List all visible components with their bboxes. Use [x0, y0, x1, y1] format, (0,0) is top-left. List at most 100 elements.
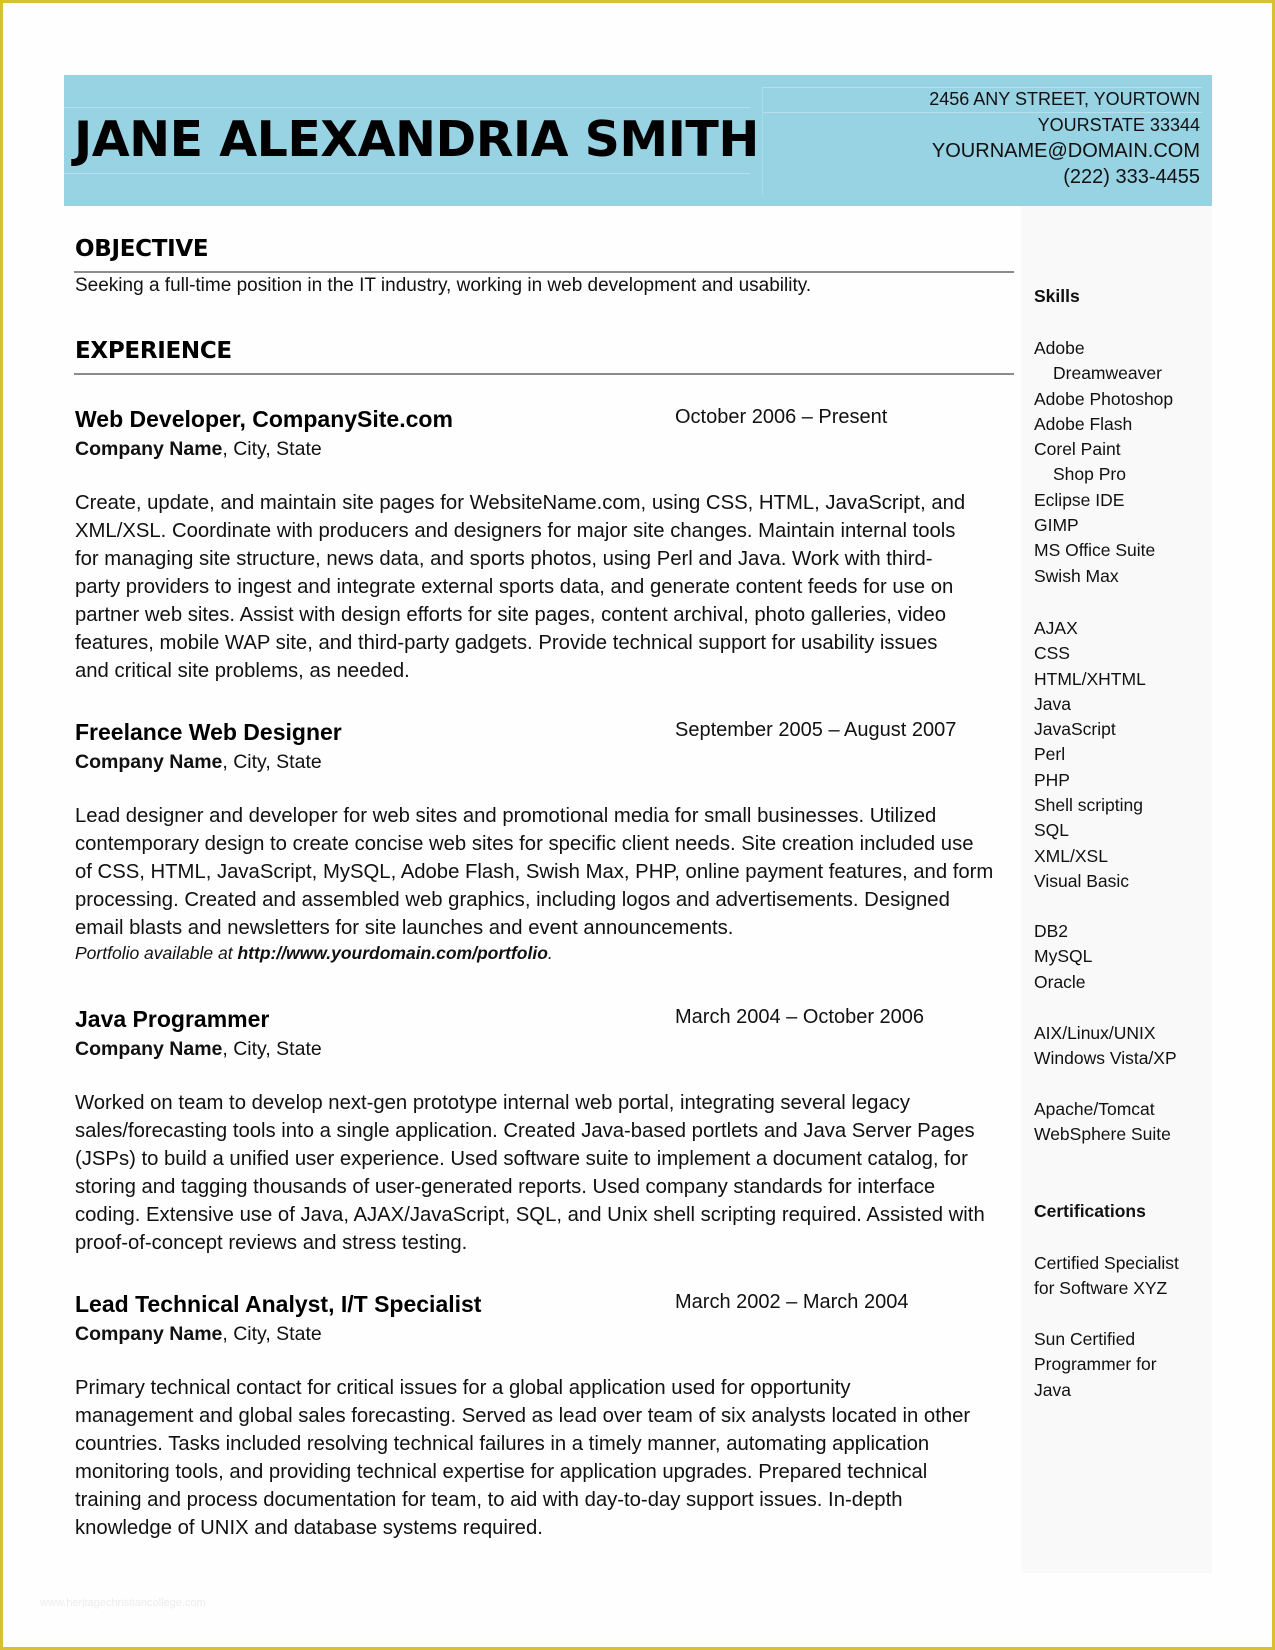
job-description: Worked on team to develop next-gen proto…	[75, 1089, 1010, 1257]
skill-item: Shop Pro	[1053, 464, 1126, 485]
description-line: proof-of-concept reviews and stress test…	[75, 1232, 468, 1254]
skill-group: AJAX CSS HTML/XHTML Java JavaScript Perl PHP Sh…	[1034, 616, 1146, 894]
job-entry: Freelance Web Designer September 2005 – A…	[75, 717, 1010, 964]
company-location: , City, State	[222, 751, 322, 773]
description-line: storing and tagging thousands of user-ge…	[75, 1176, 936, 1198]
company-name: Company Name	[75, 1038, 223, 1060]
company-name: Company Name	[75, 1323, 223, 1345]
job-entry: Web Developer, CompanySite.com October 20…	[75, 404, 1010, 685]
email[interactable]: YOURNAME@DOMAIN.COM	[929, 138, 1200, 164]
description-line: features, mobile WAP site, and third-par…	[75, 632, 938, 654]
portfolio-prefix: Portfolio available at	[75, 943, 238, 963]
skill-item: MS Office Suite	[1034, 540, 1156, 561]
skills-heading: Skills	[1034, 286, 1080, 306]
skill-item: WebSphere Suite	[1034, 1124, 1171, 1145]
job-entry: Lead Technical Analyst, I/T Specialist Ma…	[75, 1289, 1010, 1542]
description-line: party providers to ingest and integrate …	[75, 576, 954, 598]
description-line: of CSS, HTML, JavaScript, MySQL, Adobe F…	[75, 861, 994, 883]
skill-item: Apache/Tomcat	[1034, 1099, 1155, 1119]
certification-line: for Software XYZ	[1034, 1278, 1168, 1299]
skill-item: Shell scripting	[1034, 795, 1143, 816]
company-location: , City, State	[222, 1323, 322, 1345]
description-line: and critical site problems, as needed.	[75, 660, 410, 682]
portfolio-note: Portfolio available at http://www.yourdo…	[75, 942, 1010, 964]
certification-item: Sun Certified Programmer for Java	[1034, 1327, 1157, 1403]
skill-item: Oracle	[1034, 971, 1086, 992]
skill-item: GIMP	[1034, 515, 1079, 536]
skill-item: XML/XSL	[1034, 845, 1108, 866]
portfolio-suffix: .	[547, 943, 553, 963]
skill-item: DB2	[1034, 921, 1069, 941]
skill-group: DB2 MySQL Oracle	[1034, 919, 1092, 995]
skill-item: AJAX	[1034, 618, 1078, 638]
description-line: Lead designer and developer for web site…	[75, 805, 937, 827]
certification-item: Certified Specialist for Software XYZ	[1034, 1251, 1179, 1302]
address-line-1: 2456 ANY STREET, YOURTOWN	[929, 89, 1200, 109]
skill-group: Apache/Tomcat WebSphere Suite	[1034, 1097, 1171, 1148]
job-company-line: Company Name, City, State	[75, 434, 1010, 464]
job-description: Create, update, and maintain site pages …	[75, 489, 1010, 685]
skill-item: JavaScript	[1034, 719, 1116, 740]
company-location: , City, State	[222, 1038, 322, 1060]
certifications-heading: Certifications	[1034, 1201, 1146, 1221]
job-company-line: Company Name, City, State	[75, 1034, 1010, 1064]
skill-item: Swish Max	[1034, 565, 1119, 586]
candidate-name: JANE ALEXANDRIA SMITH	[74, 111, 759, 168]
skill-item: Visual Basic	[1034, 870, 1130, 891]
skill-item: Windows Vista/XP	[1034, 1048, 1177, 1069]
portfolio-link[interactable]: http://www.yourdomain.com/portfolio	[237, 943, 547, 963]
description-line: training and process documentation for t…	[75, 1489, 903, 1511]
header-rule	[64, 107, 750, 108]
description-line: Worked on team to develop next-gen proto…	[75, 1092, 911, 1114]
skill-group: AIX/Linux/UNIX Windows Vista/XP	[1034, 1021, 1177, 1072]
description-line: sales/forecasting tools into a single ap…	[75, 1120, 975, 1142]
skill-item: Java	[1034, 693, 1071, 714]
objective-text: Seeking a full-time position in the IT i…	[75, 275, 812, 296]
description-line: Primary technical contact for critical i…	[75, 1377, 851, 1399]
description-line: monitoring tools, and providing technica…	[75, 1461, 928, 1483]
address-line-2: YOURSTATE 33344	[1037, 115, 1200, 135]
skill-item: PHP	[1034, 769, 1070, 790]
description-line: management and global sales forecasting.…	[75, 1405, 971, 1427]
skill-item: Adobe Flash	[1034, 413, 1133, 434]
section-rule	[74, 373, 1014, 375]
description-line: processing. Created and assembled web gr…	[75, 889, 950, 911]
contact-block: 2456 ANY STREET, YOURTOWN YOURSTATE 3334…	[929, 86, 1200, 190]
description-line: XML/XSL. Coordinate with producers and d…	[75, 520, 956, 542]
description-line: (JSPs) to build a unified user experienc…	[75, 1148, 968, 1170]
description-line: Create, update, and maintain site pages …	[75, 492, 966, 514]
job-entry: Java Programmer March 2004 – October 2006…	[75, 1004, 1010, 1257]
skill-item: Eclipse IDE	[1034, 489, 1125, 510]
header-divider	[762, 87, 763, 195]
company-name: Company Name	[75, 438, 223, 460]
job-dates: March 2004 – October 2006	[675, 1006, 925, 1028]
description-line: countries. Tasks included resolving tech…	[75, 1433, 930, 1455]
description-line: email blasts and newsletters for site la…	[75, 917, 734, 939]
header-rule	[64, 173, 750, 174]
phone: (222) 333-4455	[1063, 166, 1200, 188]
job-dates: September 2005 – August 2007	[675, 719, 957, 741]
description-line: contemporary design to create concise we…	[75, 833, 974, 855]
skill-item: SQL	[1034, 820, 1070, 841]
skill-item: CSS	[1034, 643, 1070, 664]
job-description: Primary technical contact for critical i…	[75, 1374, 1010, 1542]
description-line: knowledge of UNIX and database systems r…	[75, 1517, 543, 1539]
skill-group: Adobe Dreamweaver Adobe Photoshop Adobe Fla…	[1034, 336, 1173, 589]
job-company-line: Company Name, City, State	[75, 747, 1010, 777]
certification-line: Sun Certified	[1034, 1329, 1136, 1349]
certification-line: Certified Specialist	[1034, 1253, 1179, 1273]
description-line: for managing site structure, news data, …	[75, 548, 933, 570]
job-dates: March 2002 – March 2004	[675, 1291, 909, 1313]
certification-line: Java	[1034, 1379, 1071, 1400]
job-dates: October 2006 – Present	[675, 406, 888, 428]
experience-heading: EXPERIENCE	[75, 338, 232, 364]
company-location: , City, State	[222, 438, 322, 460]
skill-item: Adobe	[1034, 338, 1085, 358]
skill-item: Perl	[1034, 744, 1066, 765]
skill-item: AIX/Linux/UNIX	[1034, 1023, 1156, 1043]
job-company-line: Company Name, City, State	[75, 1319, 1010, 1349]
description-line: coding. Extensive use of Java, AJAX/Java…	[75, 1204, 985, 1226]
objective-heading: OBJECTIVE	[75, 236, 209, 262]
description-line: partner web sites. Assist with design ef…	[75, 604, 947, 626]
skill-item: Adobe Photoshop	[1034, 388, 1174, 409]
